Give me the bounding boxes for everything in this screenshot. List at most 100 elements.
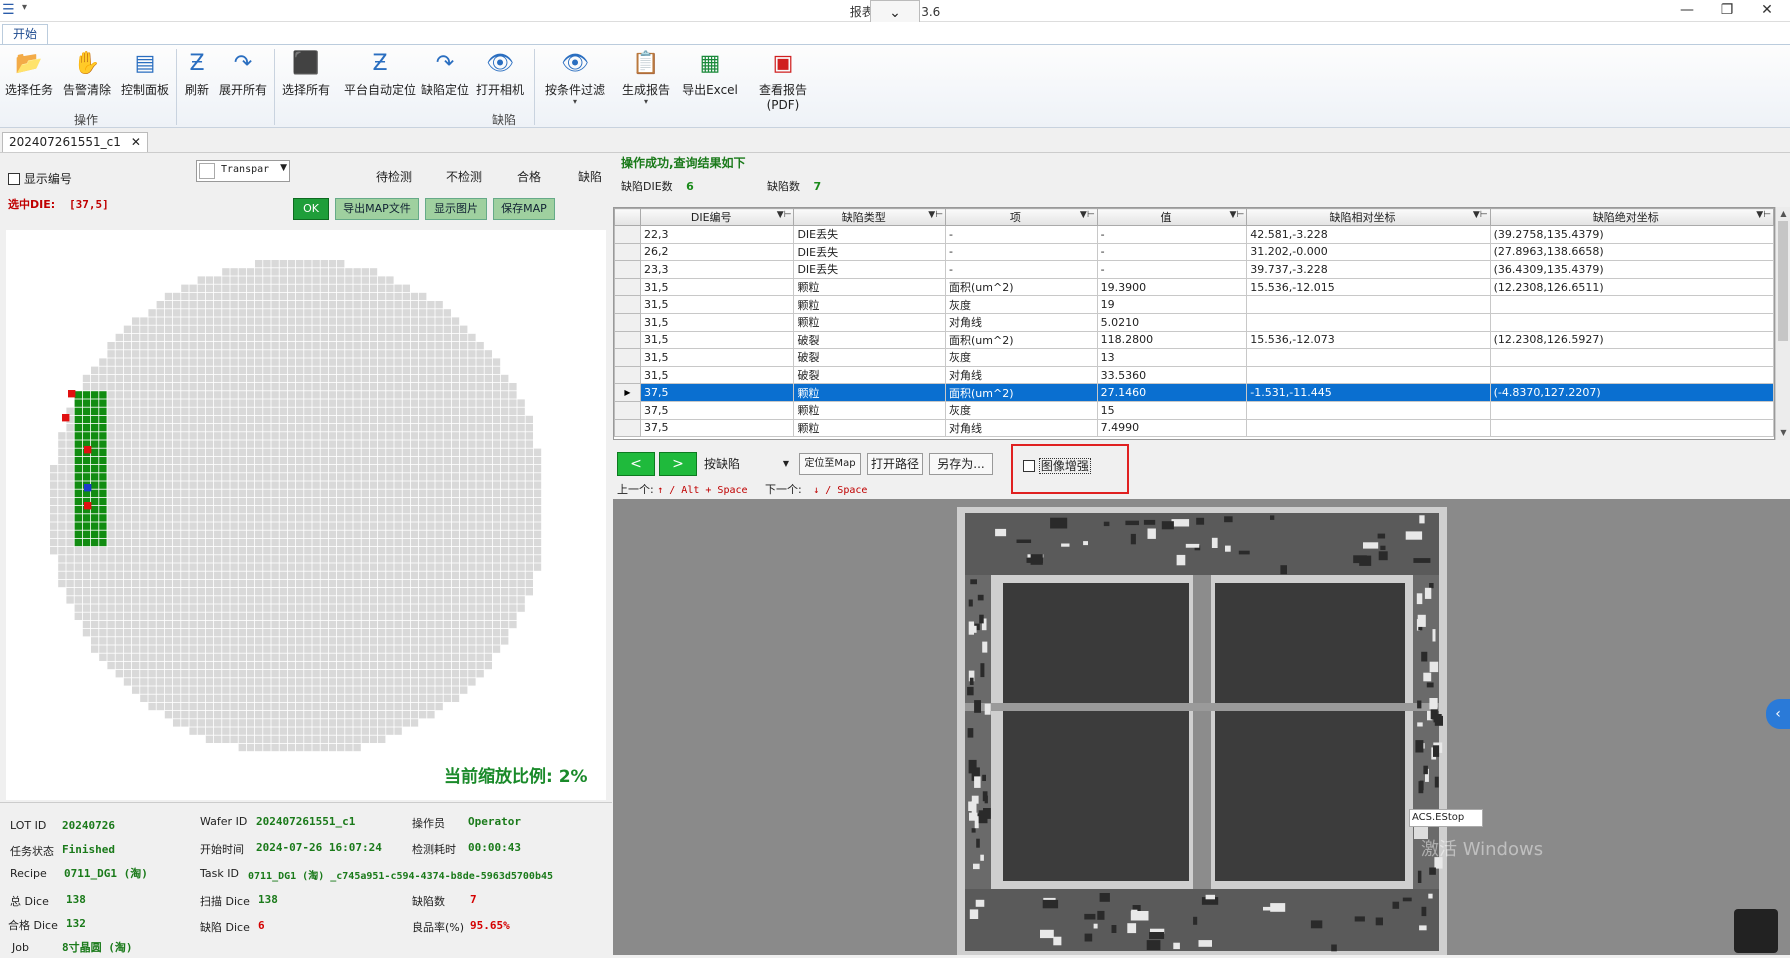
wafer-die[interactable] xyxy=(386,391,394,399)
wafer-die[interactable] xyxy=(304,735,312,743)
wafer-die[interactable] xyxy=(255,325,263,333)
wafer-die[interactable] xyxy=(263,292,271,301)
wafer-die[interactable] xyxy=(181,432,189,440)
wafer-die[interactable] xyxy=(320,735,328,743)
wafer-die[interactable] xyxy=(484,547,492,555)
wafer-die[interactable] xyxy=(304,506,312,514)
wafer-die[interactable] xyxy=(148,694,156,702)
column-header-rel-coord[interactable]: 缺陷相对坐标 ▼⊢ xyxy=(1246,208,1491,226)
wafer-die[interactable] xyxy=(435,702,443,711)
wafer-die[interactable] xyxy=(410,661,419,670)
wafer-die[interactable] xyxy=(525,473,533,481)
wafer-die[interactable] xyxy=(82,407,91,415)
wafer-die[interactable] xyxy=(394,358,402,366)
wafer-die[interactable] xyxy=(222,653,230,661)
wafer-die[interactable] xyxy=(427,473,435,481)
wafer-die[interactable] xyxy=(123,342,132,350)
wafer-die[interactable] xyxy=(304,555,312,563)
wafer-die[interactable] xyxy=(279,440,287,448)
wafer-die[interactable] xyxy=(246,407,255,415)
table-row[interactable]: ▶ 37,5 颗粒 面积(um^2) 27.1460 -1.531,-11.445 (-4.… xyxy=(614,383,1774,402)
wafer-die[interactable] xyxy=(533,473,542,481)
wafer-die[interactable] xyxy=(353,547,361,555)
wafer-die[interactable] xyxy=(287,497,296,506)
wafer-die[interactable] xyxy=(50,465,58,473)
wafer-die[interactable] xyxy=(271,530,279,538)
wafer-die[interactable] xyxy=(238,473,246,481)
wafer-die[interactable] xyxy=(222,629,230,637)
wafer-die[interactable] xyxy=(271,292,279,301)
wafer-die[interactable] xyxy=(435,350,443,358)
wafer-die[interactable] xyxy=(296,555,304,563)
wafer-die[interactable] xyxy=(214,694,222,702)
wafer-die[interactable] xyxy=(50,489,58,497)
wafer-die[interactable] xyxy=(189,325,197,333)
wafer-die[interactable] xyxy=(205,358,214,366)
wafer-die[interactable] xyxy=(476,661,484,670)
wafer-die[interactable] xyxy=(91,407,99,415)
wafer-die[interactable] xyxy=(320,301,328,309)
wafer-die[interactable] xyxy=(451,522,460,530)
wafer-die[interactable] xyxy=(369,366,378,374)
wafer-die[interactable] xyxy=(99,473,107,481)
wafer-die[interactable] xyxy=(181,366,189,374)
wafer-die[interactable] xyxy=(189,342,197,350)
wafer-die[interactable] xyxy=(320,276,328,284)
wafer-die[interactable] xyxy=(173,399,181,407)
wafer-die[interactable] xyxy=(361,661,369,670)
wafer-die[interactable] xyxy=(476,456,484,465)
wafer-die[interactable] xyxy=(238,612,246,620)
cell-rel-coord[interactable] xyxy=(1246,348,1491,367)
wafer-die[interactable] xyxy=(123,506,132,514)
wafer-die[interactable] xyxy=(435,522,443,530)
wafer-die[interactable] xyxy=(427,448,435,456)
wafer-die[interactable] xyxy=(148,629,156,637)
wafer-die[interactable] xyxy=(304,432,312,440)
wafer-die[interactable] xyxy=(189,563,197,571)
wafer-die[interactable] xyxy=(296,686,304,694)
wafer-die[interactable] xyxy=(287,514,296,522)
wafer-die[interactable] xyxy=(214,358,222,366)
wafer-die[interactable] xyxy=(238,301,246,309)
wafer-die[interactable] xyxy=(320,571,328,579)
wafer-die[interactable] xyxy=(148,407,156,415)
wafer-die[interactable] xyxy=(476,563,484,571)
wafer-die[interactable] xyxy=(410,432,419,440)
wafer-die[interactable] xyxy=(205,309,214,317)
wafer-die[interactable] xyxy=(66,481,74,489)
wafer-die[interactable] xyxy=(443,415,451,424)
wafer-die[interactable] xyxy=(271,563,279,571)
wafer-die[interactable] xyxy=(222,678,230,686)
wafer-die[interactable] xyxy=(181,588,189,596)
wafer-die[interactable] xyxy=(361,448,369,456)
cell-value[interactable]: - xyxy=(1096,260,1248,279)
wafer-die[interactable] xyxy=(484,588,492,596)
wafer-die[interactable] xyxy=(410,407,419,415)
wafer-die[interactable] xyxy=(255,342,263,350)
wafer-die[interactable] xyxy=(271,579,279,588)
wafer-die[interactable] xyxy=(451,374,460,383)
wafer-die[interactable] xyxy=(476,637,484,645)
wafer-die[interactable] xyxy=(443,374,451,383)
row-header[interactable] xyxy=(614,242,641,262)
wafer-die[interactable] xyxy=(378,481,386,489)
wafer-die[interactable] xyxy=(197,686,205,694)
wafer-die[interactable] xyxy=(337,711,345,719)
wafer-die[interactable] xyxy=(132,661,140,670)
wafer-die[interactable] xyxy=(312,481,320,489)
wafer-die[interactable] xyxy=(443,530,451,538)
wafer-die[interactable] xyxy=(443,432,451,440)
wafer-die[interactable] xyxy=(246,325,255,333)
wafer-die[interactable] xyxy=(435,563,443,571)
wafer-die[interactable] xyxy=(320,514,328,522)
wafer-die[interactable] xyxy=(132,645,140,653)
wafer-die[interactable] xyxy=(255,350,263,358)
wafer-die[interactable] xyxy=(279,284,287,292)
wafer-die[interactable] xyxy=(91,514,99,522)
wafer-die[interactable] xyxy=(99,571,107,579)
cell-die[interactable]: 22,3 xyxy=(639,225,795,244)
wafer-die[interactable] xyxy=(419,325,427,333)
wafer-die[interactable] xyxy=(238,268,246,276)
wafer-die[interactable] xyxy=(287,317,296,325)
wafer-die[interactable] xyxy=(509,415,517,424)
